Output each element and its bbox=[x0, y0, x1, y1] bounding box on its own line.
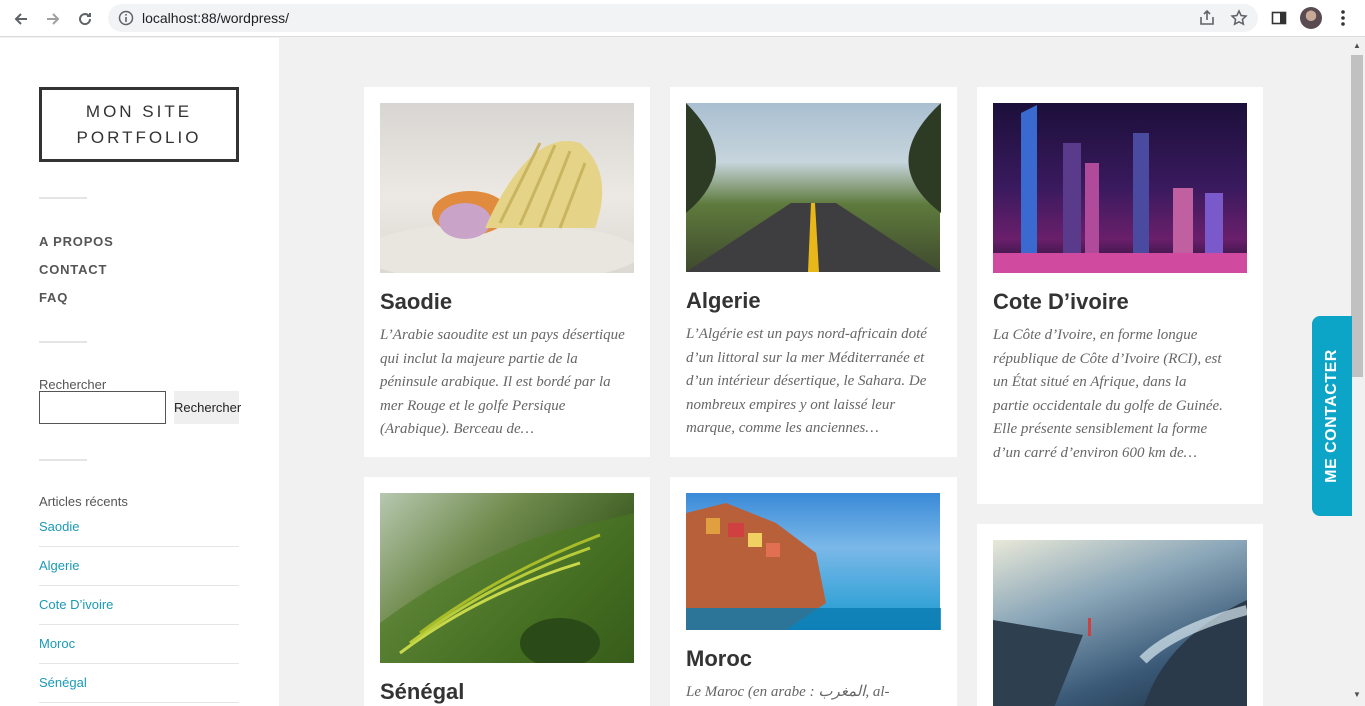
scrollbar-thumb[interactable] bbox=[1351, 55, 1363, 377]
site-title-line1: MON SITE bbox=[85, 101, 193, 121]
site-title: MON SITE PORTFOLIO bbox=[77, 99, 202, 151]
address-bar[interactable]: localhost:88/wordpress/ bbox=[108, 4, 1258, 32]
post-thumbnail-road[interactable] bbox=[686, 103, 941, 272]
site-info-icon[interactable] bbox=[118, 10, 134, 26]
menu-item-contact[interactable]: CONTACT bbox=[39, 262, 107, 277]
post-card: Sénégal bbox=[364, 477, 650, 706]
post-card bbox=[977, 524, 1263, 706]
contact-tab-button[interactable]: ME CONTACTER bbox=[1312, 316, 1352, 516]
browser-toolbar: localhost:88/wordpress/ bbox=[0, 0, 1365, 37]
post-excerpt: Le Maroc (en arabe : المغرب, al- bbox=[686, 684, 890, 700]
back-icon[interactable] bbox=[8, 6, 34, 32]
page-content: MON SITE PORTFOLIO A PROPOS CONTACT FAQ … bbox=[0, 38, 1349, 706]
profile-avatar[interactable] bbox=[1299, 6, 1323, 30]
search-button[interactable]: Rechercher bbox=[174, 391, 241, 424]
recent-post-link[interactable]: Algerie bbox=[39, 558, 239, 586]
search-label: Rechercher bbox=[39, 377, 107, 392]
post-card: Saodie L’Arabie saoudite est un pays dés… bbox=[360, 87, 650, 457]
divider bbox=[39, 341, 87, 343]
post-thumbnail-terraces[interactable] bbox=[380, 493, 634, 668]
side-panel-icon[interactable] bbox=[1267, 6, 1291, 30]
menu-item-faq[interactable]: FAQ bbox=[39, 290, 68, 305]
post-title[interactable]: Sénégal bbox=[380, 679, 464, 705]
scroll-up-icon[interactable]: ▲ bbox=[1351, 40, 1363, 52]
post-title[interactable]: Saodie bbox=[380, 289, 452, 315]
divider bbox=[39, 459, 87, 461]
site-title-link[interactable]: MON SITE PORTFOLIO bbox=[39, 87, 239, 162]
forward-icon[interactable] bbox=[40, 6, 66, 32]
reload-icon[interactable] bbox=[72, 6, 98, 32]
post-thumbnail-coast[interactable] bbox=[686, 493, 941, 630]
post-excerpt: La Côte d’Ivoire, en forme longue républ… bbox=[993, 327, 1223, 461]
post-title[interactable]: Algerie bbox=[686, 288, 761, 314]
post-title[interactable]: Moroc bbox=[686, 646, 752, 672]
recent-post-link[interactable]: Sénégal bbox=[39, 675, 239, 703]
sidebar: MON SITE PORTFOLIO A PROPOS CONTACT FAQ … bbox=[0, 38, 279, 706]
recent-post-link[interactable]: Moroc bbox=[39, 636, 239, 664]
url-text: localhost:88/wordpress/ bbox=[142, 10, 290, 26]
post-thumbnail-fjord[interactable] bbox=[993, 540, 1249, 706]
post-card: Algerie L’Algérie est un pays nord-afric… bbox=[670, 87, 957, 457]
share-icon[interactable] bbox=[1198, 9, 1216, 27]
post-card: Moroc Le Maroc (en arabe : المغرب, al- bbox=[670, 477, 957, 706]
menu-kebab-icon[interactable] bbox=[1331, 6, 1355, 30]
contact-tab-label: ME CONTACTER bbox=[1323, 349, 1341, 483]
search-input[interactable] bbox=[39, 391, 166, 424]
recent-post-link[interactable]: Saodie bbox=[39, 519, 239, 547]
post-excerpt: L’Algérie est un pays nord-africain doté… bbox=[686, 326, 927, 436]
divider bbox=[39, 197, 87, 199]
post-card: Cote D’ivoire La Côte d’Ivoire, en forme… bbox=[977, 87, 1263, 504]
scroll-down-icon[interactable]: ▼ bbox=[1351, 689, 1363, 701]
bookmark-star-icon[interactable] bbox=[1230, 9, 1248, 27]
post-excerpt: L’Arabie saoudite est un pays désertique… bbox=[380, 327, 625, 437]
menu-item-a-propos[interactable]: A PROPOS bbox=[39, 234, 114, 249]
recent-posts-title: Articles récents bbox=[39, 494, 128, 509]
post-title[interactable]: Cote D’ivoire bbox=[993, 289, 1129, 315]
recent-post-link[interactable]: Cote D’ivoire bbox=[39, 597, 239, 625]
site-title-line2: PORTFOLIO bbox=[76, 127, 202, 147]
post-thumbnail-city[interactable] bbox=[993, 103, 1247, 273]
post-thumbnail-shells[interactable] bbox=[360, 103, 640, 283]
